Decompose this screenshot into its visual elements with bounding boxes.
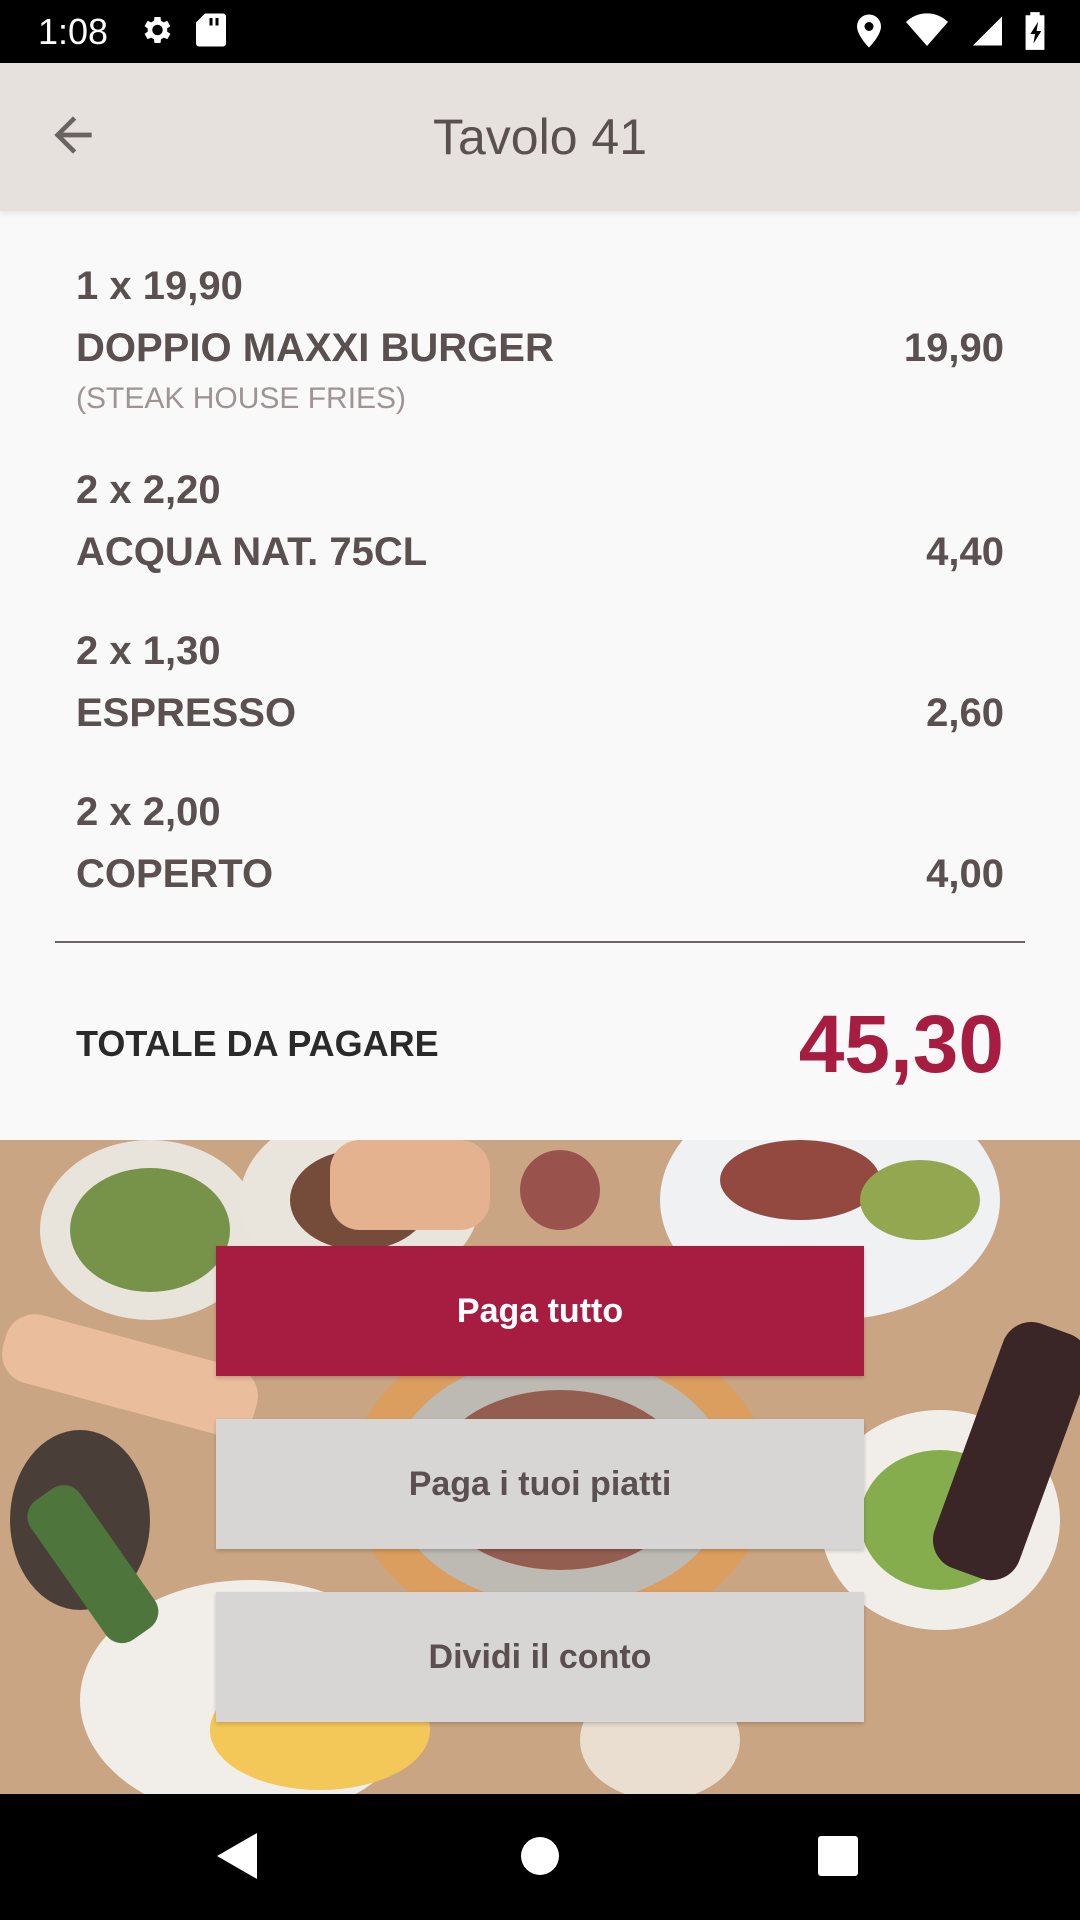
recents-square-icon: [817, 1835, 859, 1882]
location-icon: [854, 13, 884, 49]
order-item: 1 x 19,90 DOPPIO MAXXI BURGER 19,90 (STE…: [76, 261, 1004, 431]
item-note: (STEAK HOUSE FRIES): [76, 382, 407, 415]
total-value: 45,30: [798, 999, 1004, 1090]
nav-home-button[interactable]: [508, 1826, 572, 1890]
status-left-icons: [138, 12, 226, 48]
item-quantity-price: 2 x 2,00: [76, 790, 221, 834]
item-total: 2,60: [926, 691, 1004, 735]
status-bar: 1:08: [0, 0, 1080, 63]
item-quantity-price: 2 x 2,20: [76, 468, 221, 512]
battery-icon: [1024, 12, 1046, 50]
order-item: 2 x 2,00 COPERTO 4,00: [76, 787, 1004, 907]
signal-icon: [970, 13, 1002, 49]
item-total: 19,90: [903, 326, 1004, 370]
split-bill-button[interactable]: Dividi il conto: [216, 1592, 864, 1722]
screen: 1:08 Tavolo 41 1 x 19,90 DOPPIO MAXXI BU…: [0, 0, 1080, 1920]
navigation-bar: [0, 1794, 1080, 1920]
item-total: 4,00: [926, 852, 1004, 896]
item-total: 4,40: [926, 530, 1004, 574]
order-item: 2 x 2,20 ACQUA NAT. 75CL 4,40: [76, 465, 1004, 585]
item-name: DOPPIO MAXXI BURGER: [76, 326, 554, 370]
home-circle-icon: [518, 1834, 562, 1883]
item-name: ACQUA NAT. 75CL: [76, 530, 428, 574]
pay-your-dishes-button[interactable]: Paga i tuoi piatti: [216, 1419, 864, 1549]
sd-card-icon: [196, 12, 226, 48]
wifi-icon: [906, 13, 948, 49]
status-right-icons: [854, 12, 1046, 50]
page-title: Tavolo 41: [432, 109, 648, 165]
item-quantity-price: 2 x 1,30: [76, 629, 221, 673]
pay-all-button[interactable]: Paga tutto: [216, 1246, 864, 1376]
gear-icon: [138, 12, 174, 48]
item-quantity-price: 1 x 19,90: [76, 264, 243, 308]
nav-recents-button[interactable]: [806, 1826, 870, 1890]
nav-back-button[interactable]: [206, 1826, 270, 1890]
status-time: 1:08: [38, 11, 109, 52]
app-bar: Tavolo 41: [0, 63, 1080, 211]
item-name: COPERTO: [76, 852, 274, 896]
back-triangle-icon: [215, 1831, 261, 1886]
order-item: 2 x 1,30 ESPRESSO 2,60: [76, 626, 1004, 746]
total-label: TOTALE DA PAGARE: [76, 1023, 439, 1064]
item-name: ESPRESSO: [76, 691, 297, 735]
divider: [55, 941, 1025, 943]
